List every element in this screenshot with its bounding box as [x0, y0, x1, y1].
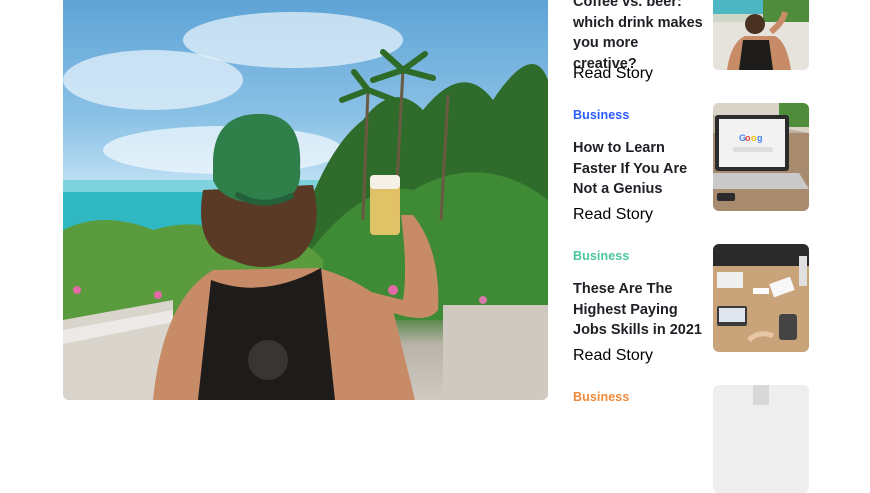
story-title[interactable]: Coffee vs. beer: which drink makes you m…: [573, 0, 703, 74]
man-on-beach-thumbnail: [713, 0, 809, 70]
laptop-google-thumbnail: G o o g: [713, 103, 809, 211]
man-with-beer-on-tropical-beach-photo: [63, 12, 548, 400]
story-thumbnail[interactable]: G o o g: [713, 103, 809, 211]
story-thumbnail[interactable]: [713, 244, 809, 352]
featured-story-image[interactable]: [63, 0, 548, 400]
story-title[interactable]: How to Learn Faster If You Are Not a Gen…: [573, 138, 703, 200]
story-title[interactable]: These Are The Highest Paying Jobs Skills…: [573, 279, 703, 341]
svg-text:g: g: [757, 133, 763, 143]
office-thumbnail-partial: [713, 385, 809, 493]
story-thumbnail[interactable]: [713, 385, 809, 493]
office-desk-thumbnail: [713, 244, 809, 352]
story-thumbnail[interactable]: [713, 0, 809, 70]
